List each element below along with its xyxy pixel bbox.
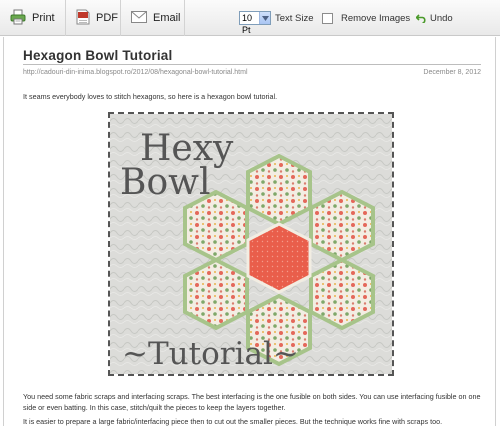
remove-images-control: Remove Images [322,11,410,25]
title-divider [23,64,481,65]
text-size-label: Text Size [275,12,314,24]
tutorial-image: Hexy Bowl ~Tutorial~ [108,112,394,376]
page-title: Hexagon Bowl Tutorial [23,48,173,63]
image-caption: ~Tutorial~ [122,336,299,372]
undo-button[interactable]: Undo [416,11,453,25]
remove-images-checkbox[interactable] [322,12,333,24]
text-size-control: 10 Pt Text Size [239,11,314,35]
pdf-label: PDF [96,12,118,24]
chevron-down-icon [259,12,270,24]
intro-paragraph: It seams everybody loves to stitch hexag… [23,92,278,101]
pdf-icon [76,9,96,28]
paragraph-2: It is easier to prepare a large fabric/i… [23,417,443,426]
undo-arrow-icon [416,13,426,23]
email-label: Email [153,12,181,24]
print-button[interactable]: Print [0,0,66,36]
undo-label: Undo [430,12,453,24]
envelope-icon [131,10,153,26]
toolbar: Print PDF Email 10 Pt Text Size Remove I… [0,0,500,36]
email-button[interactable]: Email [121,0,185,36]
source-url[interactable]: http://cadouri-din-inima.blogspot.ro/201… [23,69,248,76]
image-title-line2: Bowl [120,162,210,203]
printer-icon [10,9,32,28]
post-date: December 8, 2012 [423,69,481,76]
remove-images-label[interactable]: Remove Images [341,13,410,24]
print-label: Print [32,12,55,24]
paragraph-1: You need some fabric scraps and interfac… [23,392,481,412]
pdf-button[interactable]: PDF [66,0,121,36]
text-size-select[interactable]: 10 Pt [239,11,271,35]
text-size-value: 10 Pt [242,13,253,35]
